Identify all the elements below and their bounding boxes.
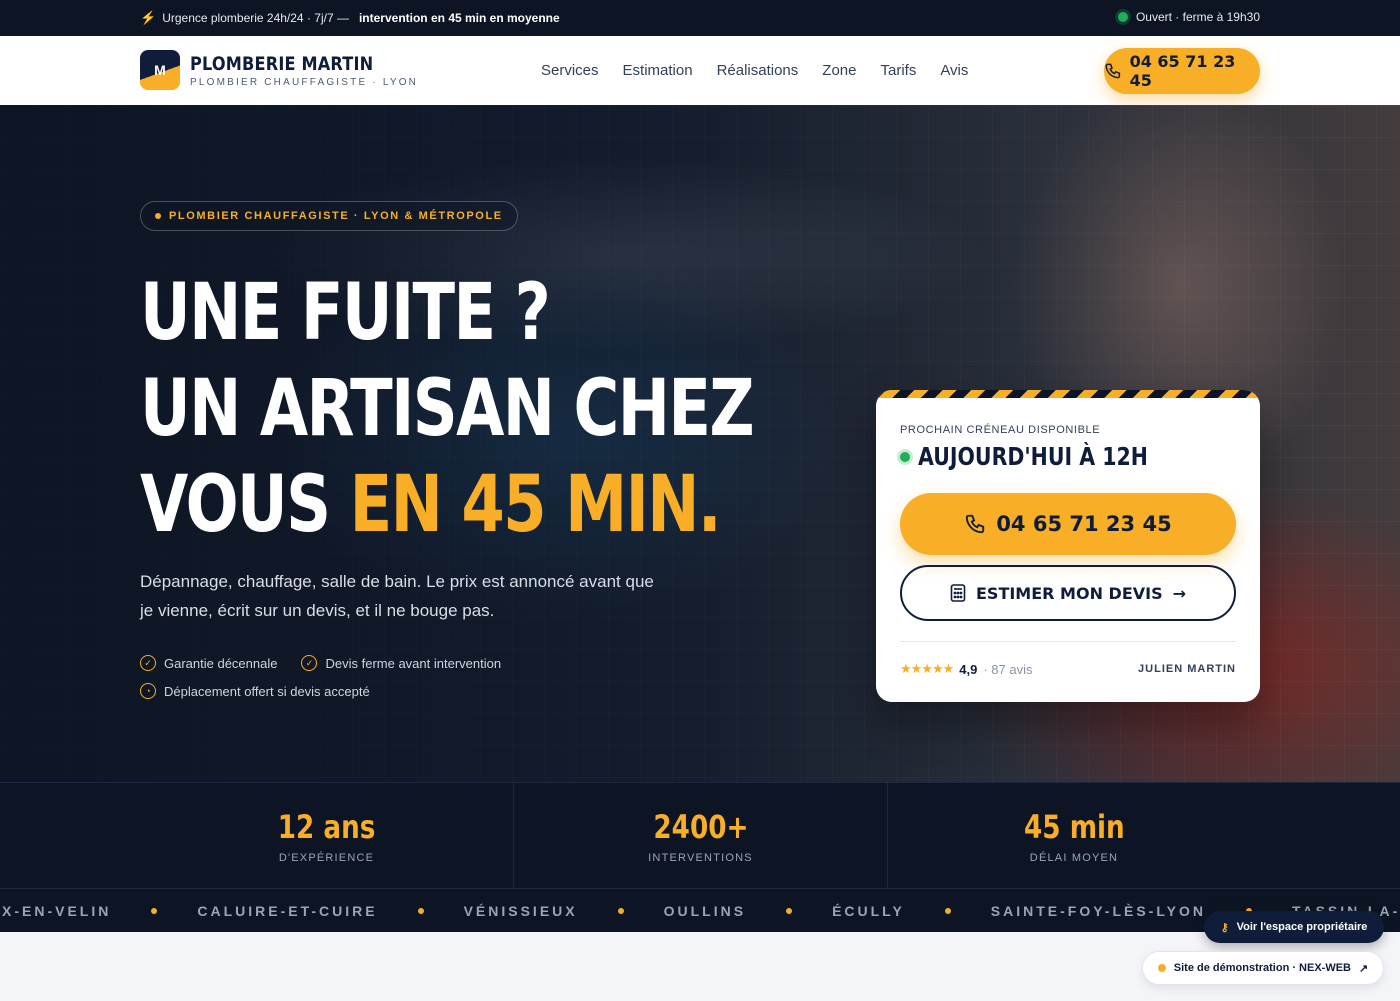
owner-space-button[interactable]: ⚷ Voir l'espace propriétaire (1204, 911, 1384, 943)
urgency-text: Urgence plomberie 24h/24 · 7j/7 — (162, 11, 349, 25)
guarantee-item: ◔ Déplacement offert si devis accepté (140, 683, 370, 699)
card-call-button[interactable]: 04 65 71 23 45 (900, 493, 1236, 555)
logo-mark-icon: M (140, 50, 180, 90)
card-divider (900, 641, 1236, 642)
star-rating-icon: ★★★★★ (900, 661, 954, 676)
estimate-quote-label: ESTIMER MON DEVIS (975, 583, 1163, 603)
rating-value: 4,9 (959, 661, 978, 677)
brand-name: PLOMBERIE MARTIN (190, 52, 374, 75)
brand-logo[interactable]: M PLOMBERIE MARTIN PLOMBIER CHAUFFAGISTE… (140, 50, 418, 90)
separator-dot-icon (151, 908, 158, 914)
availability-dot-icon (900, 451, 910, 462)
booking-card: PROCHAIN CRÉNEAU DISPONIBLE AUJOURD'HUI … (876, 390, 1260, 702)
stat-delay: 45 min DÉLAI MOYEN (888, 783, 1260, 889)
urgency-notice: ⚡ Urgence plomberie 24h/24 · 7j/7 — inte… (140, 10, 560, 26)
service-area-marquee: X-EN-VELIN CALUIRE-ET-CUIRE VÉNISSIEUX O… (0, 888, 1400, 932)
guarantee-item: ✓ Devis ferme avant intervention (301, 655, 501, 671)
calculator-icon (950, 584, 966, 602)
stats-bar: 12 ans D'EXPÉRIENCE 2400+ INTERVENTIONS … (0, 782, 1400, 889)
review-count: · 87 avis (983, 661, 1033, 677)
nav-services[interactable]: Services (541, 62, 599, 79)
phone-icon (1105, 63, 1121, 79)
hero-section: PLOMBIER CHAUFFAGISTE · LYON & MÉTROPOLE… (0, 105, 1400, 782)
separator-dot-icon (417, 908, 424, 914)
town-item: OULLINS (663, 903, 747, 919)
stat-experience: 12 ans D'EXPÉRIENCE (140, 783, 513, 889)
status-dot-icon (1117, 12, 1128, 22)
headline-accent: EN 45 MIN. (349, 460, 722, 550)
town-item: CALUIRE-ET-CUIRE (197, 903, 378, 919)
town-item: SAINTE-FOY-LÈS-LYON (990, 903, 1206, 919)
nav-tarifs[interactable]: Tarifs (880, 62, 916, 79)
opening-status-text: Ouvert · ferme à 19h30 (1135, 10, 1260, 24)
hero-lead-text: Dépannage, chauffage, salle de bain. Le … (140, 572, 654, 620)
guarantee-text: Devis ferme avant intervention (325, 655, 502, 671)
headline-line-3: VOUS EN 45 MIN. (140, 457, 753, 553)
brand-text: PLOMBERIE MARTIN PLOMBIER CHAUFFAGISTE ·… (190, 53, 418, 88)
town-item: ÉCULLY (832, 903, 905, 919)
brand-tagline: PLOMBIER CHAUFFAGISTE · LYON (190, 76, 419, 88)
hero-category-text: PLOMBIER CHAUFFAGISTE · LYON & MÉTROPOLE (169, 210, 503, 222)
stat-caption: DÉLAI MOYEN (1029, 852, 1119, 864)
urgency-highlight: intervention en 45 min en moyenne (358, 11, 560, 25)
headline-line-2: UN ARTISAN CHEZ (140, 364, 755, 454)
hazard-stripe (876, 390, 1260, 398)
clock-icon: ◔ (140, 683, 156, 699)
stat-value: 2400+ (652, 808, 749, 846)
stat-caption: D'EXPÉRIENCE (278, 852, 375, 864)
nav-estimation[interactable]: Estimation (623, 62, 693, 79)
next-slot: AUJOURD'HUI À 12H (900, 442, 1198, 471)
estimate-quote-button[interactable]: ESTIMER MON DEVIS → (900, 565, 1236, 621)
external-link-icon: ↗ (1359, 962, 1369, 975)
separator-dot-icon (786, 908, 793, 914)
stat-interventions: 2400+ INTERVENTIONS (514, 783, 887, 889)
opening-status: Ouvert · ferme à 19h30 (1117, 10, 1260, 24)
separator-dot-icon (944, 908, 951, 914)
main-nav: Services Estimation Réalisations Zone Ta… (541, 62, 968, 79)
guarantee-text: Déplacement offert si devis accepté (164, 683, 370, 699)
separator-dot-icon (617, 908, 624, 914)
town-item: VÉNISSIEUX (463, 903, 578, 919)
rating-summary[interactable]: ★★★★★ 4,9 · 87 avis (900, 661, 1033, 677)
headline-line-3-plain: VOUS (140, 460, 350, 550)
stat-caption: INTERVENTIONS (648, 852, 753, 864)
headline-line-1: UNE FUITE ? (140, 268, 551, 358)
town-item: X-EN-VELIN (2, 903, 112, 919)
pill-dot-icon (155, 213, 161, 219)
town-track: X-EN-VELIN CALUIRE-ET-CUIRE VÉNISSIEUX O… (2, 903, 1400, 919)
badge-dot-icon (1157, 964, 1166, 972)
demo-site-badge[interactable]: Site de démonstration · NEX-WEB ↗ (1142, 951, 1384, 985)
stat-value: 12 ans (277, 808, 376, 846)
hero-headline: UNE FUITE ? UN ARTISAN CHEZ VOUS EN 45 M… (140, 265, 755, 553)
site-header: M PLOMBERIE MARTIN PLOMBIER CHAUFFAGISTE… (0, 36, 1400, 105)
guarantee-item: ✓ Garantie décennale (140, 655, 277, 671)
shield-check-icon: ✓ (140, 655, 156, 671)
top-announcement-bar: ⚡ Urgence plomberie 24h/24 · 7j/7 — inte… (0, 0, 1400, 36)
card-call-label: 04 65 71 23 45 (996, 512, 1172, 536)
nav-zone[interactable]: Zone (822, 62, 856, 79)
header-phone-number: 04 65 71 23 45 (1129, 52, 1236, 90)
key-icon: ⚷ (1220, 921, 1229, 934)
guarantee-text: Garantie décennale (164, 655, 278, 671)
header-call-button[interactable]: 04 65 71 23 45 (1104, 48, 1260, 94)
lightning-icon: ⚡ (140, 10, 157, 25)
nav-realisations[interactable]: Réalisations (717, 62, 799, 79)
nav-avis[interactable]: Avis (940, 62, 968, 79)
phone-icon (966, 514, 985, 534)
stat-value: 45 min (1023, 808, 1125, 846)
arrow-right-icon: → (1172, 583, 1187, 603)
hero-category-pill: PLOMBIER CHAUFFAGISTE · LYON & MÉTROPOLE (140, 201, 518, 231)
next-slot-time: AUJOURD'HUI À 12H (918, 442, 1148, 471)
owner-space-label: Voir l'espace propriétaire (1236, 921, 1368, 933)
demo-site-label: Site de démonstration · NEX-WEB (1173, 962, 1352, 974)
owner-name: JULIEN MARTIN (1138, 663, 1236, 675)
guarantee-list: ✓ Garantie décennale ✓ Devis ferme avant… (140, 655, 501, 711)
check-circle-icon: ✓ (301, 655, 318, 671)
next-slot-label: PROCHAIN CRÉNEAU DISPONIBLE (900, 424, 1101, 436)
